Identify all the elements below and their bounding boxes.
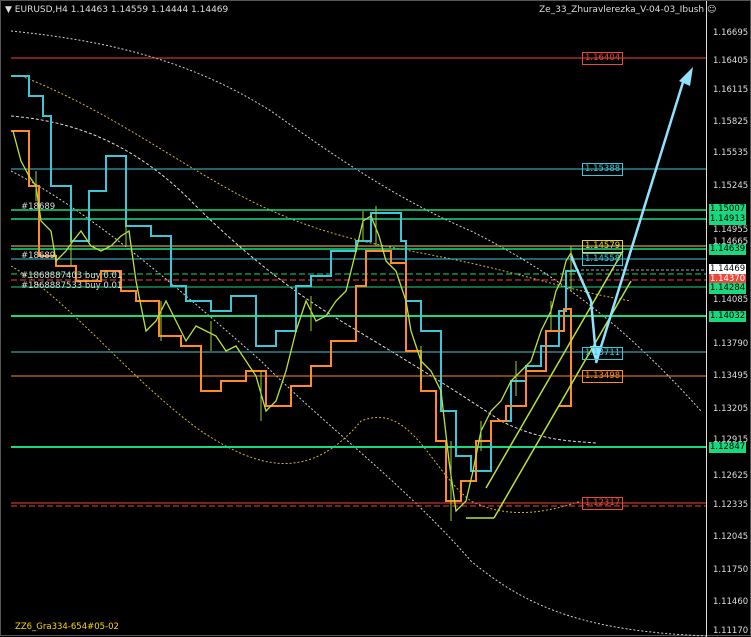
level-label-6[interactable]: 1.13498 xyxy=(582,370,624,383)
level-label-1[interactable]: 1.16404 xyxy=(582,52,624,65)
order-label-4[interactable]: #1868887533 buy 0.01 xyxy=(21,281,122,291)
order-label-2[interactable]: #18689 xyxy=(21,251,55,261)
axis-tag-2: 1.14913 xyxy=(709,214,747,225)
level-label-4[interactable]: 1.14558 xyxy=(582,253,624,266)
level-label-3[interactable]: 1.14579 xyxy=(582,240,624,253)
axis-tag-7: 1.12847 xyxy=(709,442,747,453)
axis-tick: 1.14955 xyxy=(713,225,749,235)
axis-tag-6: 1.14032 xyxy=(709,311,747,322)
indicator-footer: ZZ6_Gra334-654#05-02 xyxy=(15,622,119,632)
axis-tick: 1.15245 xyxy=(713,181,749,191)
axis-tick: 1.13205 xyxy=(713,404,749,414)
axis-tick: 1.11170 xyxy=(713,626,749,636)
axis-tick: 1.13790 xyxy=(713,339,749,349)
level-label-7[interactable]: 1.12317 xyxy=(582,497,624,510)
axis-tick: 1.16115 xyxy=(713,85,749,95)
forecast-up-line xyxy=(594,78,686,364)
order-label-1[interactable]: #18689 xyxy=(21,202,55,212)
axis-tick: 1.12335 xyxy=(713,500,749,510)
axis-tick: 1.12045 xyxy=(713,532,749,542)
order-label-3[interactable]: #1868887403 buy 0.01 xyxy=(21,271,122,281)
axis-tick: 1.16405 xyxy=(713,56,749,66)
axis-tick: 1.15825 xyxy=(713,117,749,127)
axis-tick: 1.14085 xyxy=(713,295,749,305)
axis-tick: 1.16695 xyxy=(713,28,749,38)
chart-window[interactable]: ▼ EURUSD,H4 1.14463 1.14559 1.14444 1.14… xyxy=(0,0,751,637)
axis-tick: 1.12625 xyxy=(713,471,749,481)
axis-tick: 1.15535 xyxy=(713,148,749,158)
axis-tick: 1.11460 xyxy=(713,597,749,607)
forecast-up-arrowhead xyxy=(679,67,693,86)
axis-tick: 1.13495 xyxy=(713,371,749,381)
axis-tag-5: 1.14284 xyxy=(709,283,747,294)
price-chart[interactable] xyxy=(11,1,706,637)
level-label-5[interactable]: 1.13711 xyxy=(582,347,624,360)
level-label-2[interactable]: 1.15388 xyxy=(582,163,624,176)
yellow-upper-band xyxy=(20,75,632,302)
axis-tick: 1.11750 xyxy=(713,565,749,575)
axis-tag-3: 1.14639 xyxy=(709,244,747,255)
